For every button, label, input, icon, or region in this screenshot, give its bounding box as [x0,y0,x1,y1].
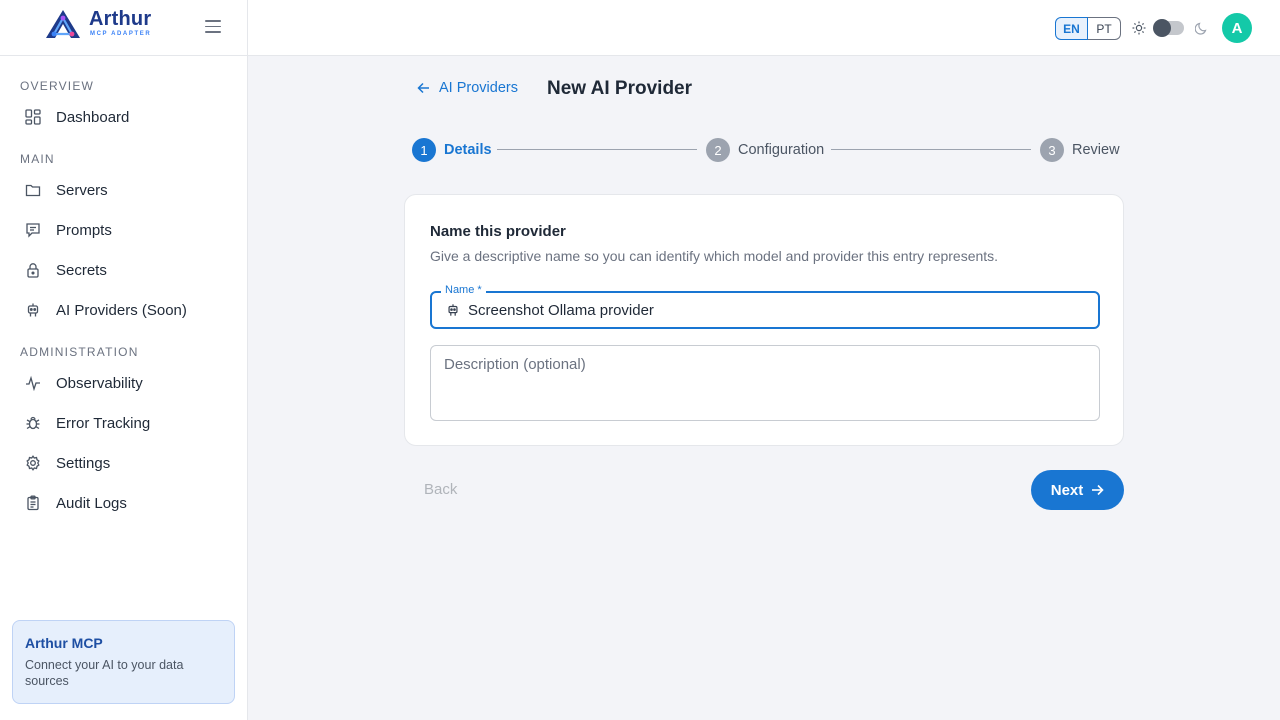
hamburger-icon [205,20,221,22]
step-details: 1 Details [412,138,492,162]
page-title: New AI Provider [547,78,693,99]
card-title: Name this provider [430,223,566,240]
sidebar-header: Arthur MCP ADAPTER [0,0,247,56]
next-button-label: Next [1050,481,1084,499]
sidebar-item-label: Dashboard [56,108,130,126]
back-button[interactable]: Back [424,481,457,498]
sidebar-item-prompts[interactable]: Prompts [12,212,236,248]
promo-card: Arthur MCP Connect your AI to your data … [12,620,235,704]
sun-icon [1132,21,1146,35]
sidebar-item-label: Prompts [56,221,112,239]
description-input[interactable] [444,356,1084,412]
sidebar-item-ai-providers[interactable]: AI Providers (Soon) [12,292,236,328]
user-avatar[interactable]: A [1222,13,1252,43]
sidebar-item-audit-logs[interactable]: Audit Logs [12,485,236,521]
step-label: Review [1072,142,1120,158]
name-field: Name * [430,284,1100,329]
robot-icon [448,304,458,316]
chat-icon [24,221,42,239]
step-number: 1 [412,138,436,162]
step-number: 3 [1040,138,1064,162]
back-link-label: AI Providers [439,80,518,96]
step-number: 2 [706,138,730,162]
language-switcher: EN PT [1055,17,1121,40]
section-main: MAIN [20,152,55,166]
sidebar-item-label: Audit Logs [56,494,127,512]
theme-toggle[interactable] [1153,19,1184,37]
sidebar-item-settings[interactable]: Settings [12,445,236,481]
step-configuration: 2 Configuration [706,138,824,162]
section-administration: ADMINISTRATION [20,345,139,359]
sidebar-item-servers[interactable]: Servers [12,172,236,208]
folder-icon [24,181,42,199]
bug-icon [24,414,42,432]
menu-toggle-button[interactable] [205,20,221,36]
brand-name: Arthur [89,8,152,30]
name-input[interactable] [468,293,1088,327]
sidebar-item-dashboard[interactable]: Dashboard [12,99,236,135]
arrow-right-icon [1092,484,1104,496]
step-label: Details [444,142,492,158]
language-en-button[interactable]: EN [1055,17,1088,40]
language-pt-button[interactable]: PT [1088,17,1121,40]
provider-details-card: Name this provider Give a descriptive na… [404,194,1124,446]
sidebar-item-secrets[interactable]: Secrets [12,252,236,288]
card-description: Give a descriptive name so you can ident… [430,248,999,264]
sidebar-item-label: Observability [56,374,143,392]
section-overview: OVERVIEW [20,79,95,93]
sidebar-item-label: Secrets [56,261,107,279]
sidebar-item-label: Servers [56,181,108,199]
sidebar-item-observability[interactable]: Observability [12,365,236,401]
sidebar-item-label: AI Providers (Soon) [56,301,187,319]
back-to-ai-providers-link[interactable]: AI Providers [417,80,518,96]
pulse-icon [24,374,42,392]
lock-icon [24,261,42,279]
promo-card-title: Arthur MCP [25,635,103,651]
sidebar: Arthur MCP ADAPTER OVERVIEW Dashboard MA… [0,0,248,720]
moon-icon [1195,22,1207,35]
clipboard-icon [24,494,42,512]
dashboard-icon [24,108,42,126]
sidebar-item-label: Error Tracking [56,414,151,432]
brand-subtitle: MCP ADAPTER [90,31,152,37]
description-field [430,345,1100,421]
next-button[interactable]: Next [1031,470,1124,510]
sidebar-item-label: Settings [56,454,111,472]
step-connector [497,149,697,150]
promo-card-description: Connect your AI to your data sources [25,658,184,688]
arthur-logo [46,10,80,38]
brand: Arthur MCP ADAPTER [89,8,151,38]
theme-toggle-knob [1153,19,1171,37]
step-label: Configuration [738,142,825,158]
robot-icon [24,301,42,319]
step-connector [831,149,1031,150]
step-review: 3 Review [1040,138,1120,162]
arrow-left-icon [417,82,429,94]
sidebar-item-error-tracking[interactable]: Error Tracking [12,405,236,441]
gear-icon [24,454,42,472]
top-bar: EN PT A [248,0,1280,56]
